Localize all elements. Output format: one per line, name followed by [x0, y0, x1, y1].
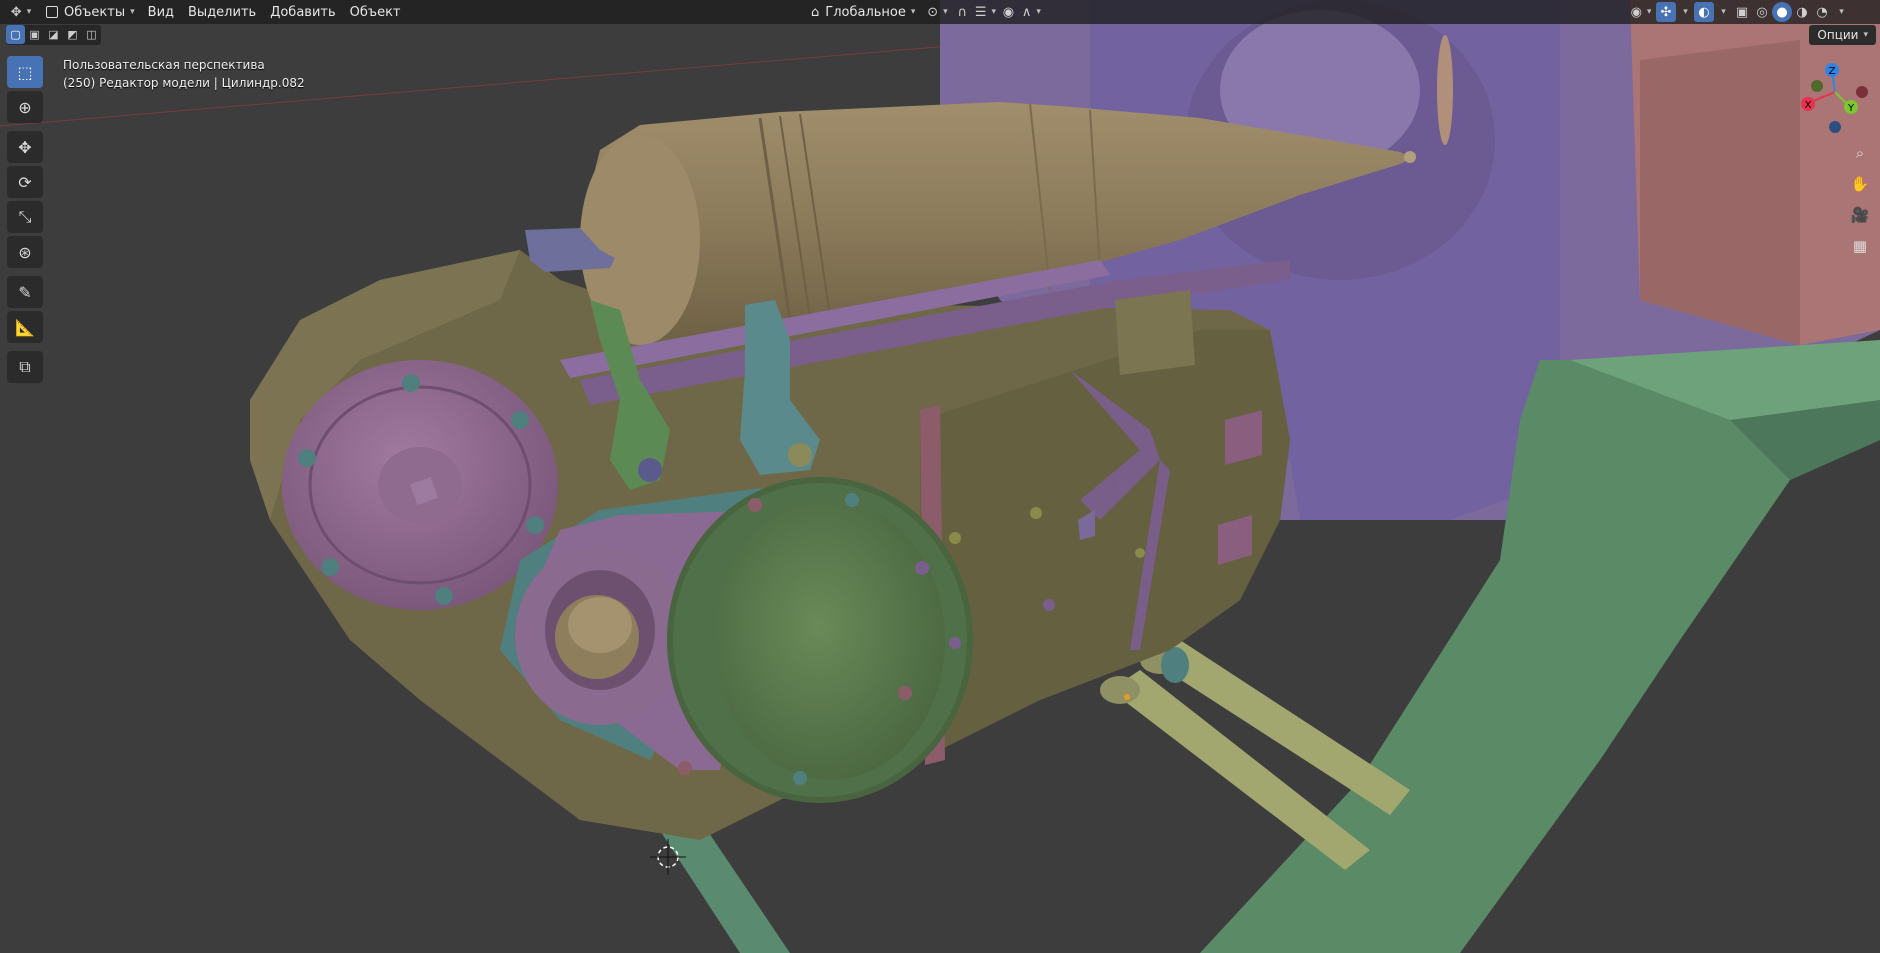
chevron-down-icon: ▾ — [1863, 30, 1868, 40]
chevron-down-icon: ▾ — [910, 7, 916, 17]
gizmo-x-label: X — [1805, 100, 1812, 111]
object-mode-icon — [46, 6, 58, 18]
visibility-icon[interactable]: ◉ ▾ — [1626, 2, 1656, 22]
select-new-icon[interactable]: ▢ — [6, 25, 25, 44]
left-cover-disc[interactable] — [282, 360, 558, 610]
material-shading-icon[interactable]: ◑ — [1792, 2, 1812, 22]
viewport-display-group: ◉ ▾ ✣ ▾ ◐ ▾ ▣ ◎ ● ◑ ◔ ▾ — [1626, 2, 1846, 22]
pivot-point-icon[interactable]: ⊙ ▾ — [922, 2, 952, 22]
annotate-icon[interactable]: ✎ — [7, 276, 43, 308]
rotate-icon[interactable]: ⟳ — [7, 166, 43, 198]
select-intersect-icon[interactable]: ◫ — [82, 25, 101, 44]
snap-target-icon[interactable]: ☰ ▾ — [972, 2, 998, 22]
move-icon[interactable]: ✥ — [7, 131, 43, 163]
overlay-toggle-icon[interactable]: ◐ — [1694, 2, 1714, 22]
tool-shelf: ⬚ ⊕ ✥ ⟳ ⤡ ⊛ ✎ 📐 ⧉ — [7, 56, 45, 386]
select-extend-icon[interactable]: ▣ — [25, 25, 44, 44]
select-subtract-icon[interactable]: ◪ — [44, 25, 63, 44]
gear-cover-disc[interactable] — [667, 477, 973, 803]
menu-select[interactable]: Выделить — [181, 2, 263, 22]
gizmo-toggle-icon[interactable]: ✣ — [1656, 2, 1676, 22]
mode-label: Объекты — [64, 4, 126, 20]
zoom-icon[interactable]: ⌕ — [1846, 139, 1874, 167]
rendered-shading-icon[interactable]: ◔ — [1812, 2, 1832, 22]
orientation-label: Глобальное — [825, 4, 906, 20]
3d-viewport[interactable]: Z X Y — [0, 0, 1880, 953]
scale-icon[interactable]: ⤡ — [7, 201, 43, 233]
measure-icon[interactable]: 📐 — [7, 311, 43, 343]
menu-object[interactable]: Объект — [343, 2, 408, 22]
cursor-icon[interactable]: ⊕ — [7, 91, 43, 123]
proportional-edit-icon[interactable]: ◉ — [998, 2, 1018, 22]
gizmo-dropdown-icon[interactable]: ▾ — [1676, 2, 1690, 22]
camera-view-icon[interactable]: 🎥 — [1846, 201, 1874, 229]
select-invert-icon[interactable]: ◩ — [63, 25, 82, 44]
chevron-down-icon: ▾ — [130, 7, 135, 17]
transform-tools-group: ⌂ Глобальное ▾ ⊙ ▾ ∩ ☰ ▾ ◉ ∧ ▾ — [804, 2, 1044, 22]
wireframe-shading-icon[interactable]: ◎ — [1752, 2, 1772, 22]
selection-mode-group: ▢ ▣ ◪ ◩ ◫ — [6, 25, 101, 45]
select-box-icon[interactable]: ⬚ — [7, 56, 43, 88]
magnet-icon[interactable]: ∩ — [952, 2, 972, 22]
menu-view[interactable]: Вид — [141, 2, 181, 22]
transform-orientation-dropdown[interactable]: ⌂ Глобальное ▾ — [804, 2, 922, 22]
interaction-mode-dropdown[interactable]: Объекты ▾ — [40, 2, 141, 22]
overlay-dropdown-icon[interactable]: ▾ — [1714, 2, 1728, 22]
shading-dropdown-icon[interactable]: ▾ — [1832, 2, 1846, 22]
viewport-header: ✥ ▾ Объекты ▾ Вид Выделить Добавить Объек… — [0, 0, 1880, 24]
view-name: Пользовательская перспектива — [63, 58, 265, 72]
active-object-context: (250) Редактор модели | Цилиндр.082 — [63, 76, 305, 90]
transform-icon[interactable]: ⊛ — [7, 236, 43, 268]
menu-add[interactable]: Добавить — [263, 2, 342, 22]
falloff-icon[interactable]: ∧ ▾ — [1018, 2, 1044, 22]
pan-hand-icon[interactable]: ✋ — [1846, 170, 1874, 198]
gizmo-y-label: Y — [1847, 103, 1855, 114]
perspective-grid-icon[interactable]: ▦ — [1846, 232, 1874, 260]
options-dropdown[interactable]: Опции ▾ — [1809, 25, 1876, 45]
object-origin — [1124, 694, 1130, 700]
orientation-icon: ⌂ — [811, 4, 820, 20]
gizmo-z-label: Z — [1829, 66, 1836, 77]
viewport-info-overlay: Пользовательская перспектива (250) Редак… — [63, 56, 305, 92]
navigation-buttons: ⌕ ✋ 🎥 ▦ — [1846, 139, 1874, 263]
solid-shading-icon[interactable]: ● — [1772, 2, 1792, 22]
3d-viewport-icon[interactable]: ✥ ▾ — [6, 2, 36, 22]
add-cube-icon[interactable]: ⧉ — [7, 351, 43, 383]
xray-icon[interactable]: ▣ — [1732, 2, 1752, 22]
options-label: Опции — [1817, 28, 1859, 42]
